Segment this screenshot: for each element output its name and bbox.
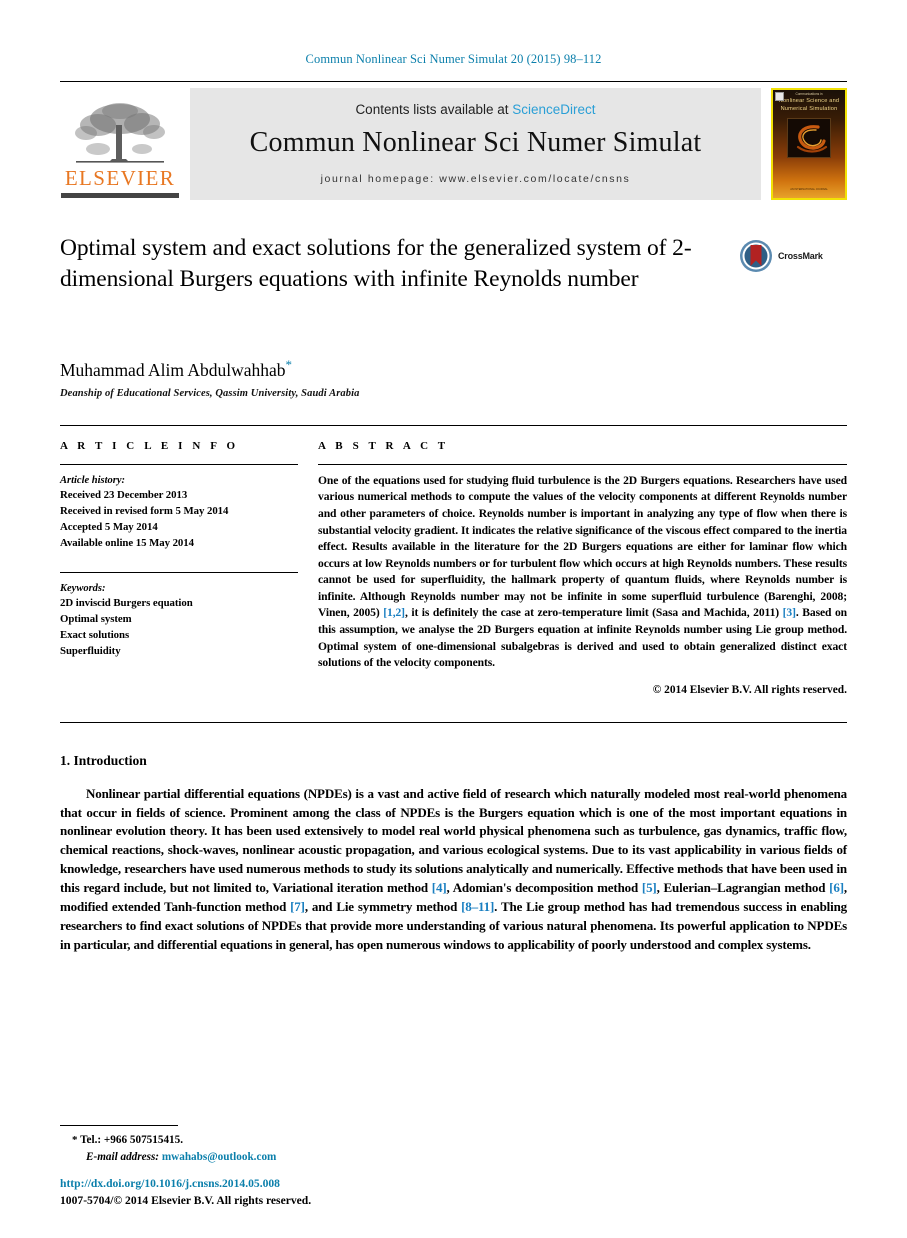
abstract-part-2: , it is definitely the case at zero-temp… bbox=[404, 606, 783, 620]
footnote-tel-text: Tel.: +966 507515415. bbox=[80, 1134, 184, 1147]
intro-reference-6[interactable]: [6] bbox=[829, 880, 844, 895]
elsevier-tree-icon bbox=[75, 103, 165, 163]
footnote-email: E-mail address: mwahabs@outlook.com bbox=[60, 1149, 847, 1166]
introduction-heading: 1. Introduction bbox=[60, 752, 147, 768]
abstract-reference-1[interactable]: [1,2] bbox=[383, 606, 405, 619]
abstract-part-1: One of the equations used for studying f… bbox=[318, 473, 847, 620]
keyword-item: Exact solutions bbox=[60, 629, 130, 642]
abstract-heading: A B S T R A C T bbox=[318, 439, 449, 452]
footnote-tel: * Tel.: +966 507515415. bbox=[60, 1132, 847, 1149]
elsevier-wordmark: ELSEVIER bbox=[64, 166, 176, 190]
info-rule-bottom bbox=[60, 721, 847, 723]
footnote-rule bbox=[60, 1125, 178, 1127]
author-footnote-marker[interactable]: * bbox=[286, 357, 293, 372]
article-page: Commun Nonlinear Sci Numer Simulat 20 (2… bbox=[0, 0, 907, 1238]
footnote-block: * Tel.: +966 507515415. E-mail address: … bbox=[60, 1125, 847, 1166]
email-link[interactable]: mwahabs@outlook.com bbox=[162, 1151, 277, 1163]
affiliation: Deanship of Educational Services, Qassim… bbox=[60, 387, 360, 399]
abstract-body: One of the equations used for studying f… bbox=[318, 473, 847, 672]
article-info-divider bbox=[60, 463, 298, 465]
keyword-item: 2D inviscid Burgers equation bbox=[60, 597, 193, 610]
keywords-block: Keywords: 2D inviscid Burgers equation O… bbox=[60, 571, 298, 660]
abstract-copyright: © 2014 Elsevier B.V. All rights reserved… bbox=[652, 683, 847, 696]
intro-reference-8[interactable]: [8–11] bbox=[461, 899, 494, 914]
cover-title-line-2: Numerical Simulation bbox=[780, 106, 838, 113]
article-history-item: Available online 15 May 2014 bbox=[60, 536, 194, 549]
title-block: Optimal system and exact solutions for t… bbox=[60, 233, 847, 333]
article-history-item: Received in revised form 5 May 2014 bbox=[60, 505, 229, 518]
crossmark-badge[interactable]: CrossMark bbox=[739, 239, 847, 273]
issn-copyright: 1007-5704/© 2014 Elsevier B.V. All right… bbox=[60, 1194, 312, 1208]
doi-link[interactable]: http://dx.doi.org/10.1016/j.cnsns.2014.0… bbox=[60, 1176, 311, 1193]
cover-badge-icon bbox=[775, 92, 784, 101]
intro-part-c: , Eulerian–Lagrangian method bbox=[656, 879, 830, 895]
abstract-column: A B S T R A C T One of the equations use… bbox=[310, 440, 847, 696]
abstract-reference-2[interactable]: [3] bbox=[783, 606, 796, 619]
contents-prefix: Contents lists available at bbox=[355, 101, 513, 117]
introduction-paragraph: Nonlinear partial differential equations… bbox=[60, 785, 847, 955]
elsevier-bar bbox=[61, 193, 179, 198]
article-history-item: Received 23 December 2013 bbox=[60, 489, 188, 502]
doi-block: http://dx.doi.org/10.1016/j.cnsns.2014.0… bbox=[60, 1176, 311, 1210]
intro-reference-7[interactable]: [7] bbox=[290, 899, 305, 914]
keywords-divider bbox=[60, 571, 298, 573]
author-list: Muhammad Alim Abdulwahhab* bbox=[60, 357, 847, 381]
keyword-item: Optimal system bbox=[60, 613, 132, 626]
running-head: Commun Nonlinear Sci Numer Simulat 20 (2… bbox=[305, 52, 602, 66]
author-name: Muhammad Alim Abdulwahhab bbox=[60, 359, 286, 380]
crossmark-icon bbox=[740, 240, 772, 272]
cover-swirl-icon bbox=[796, 125, 828, 153]
footnote-marker: * bbox=[72, 1134, 78, 1147]
sciencedirect-link[interactable]: ScienceDirect bbox=[512, 102, 595, 117]
intro-part-e: , and Lie symmetry method bbox=[304, 898, 462, 914]
keywords-label: Keywords: bbox=[60, 582, 106, 594]
page-title: Optimal system and exact solutions for t… bbox=[60, 235, 692, 292]
info-abstract-row: A R T I C L E I N F O Article history: R… bbox=[60, 426, 847, 696]
intro-part-b: , Adomian's decomposition method bbox=[446, 879, 642, 895]
intro-reference-4[interactable]: [4] bbox=[432, 880, 447, 895]
journal-masthead: ELSEVIER Contents lists available at Sci… bbox=[60, 81, 847, 200]
intro-reference-5[interactable]: [5] bbox=[642, 880, 657, 895]
cover-artwork bbox=[787, 117, 831, 158]
keyword-item: Superfluidity bbox=[60, 645, 121, 658]
email-label: E-mail address: bbox=[86, 1151, 160, 1164]
abstract-divider bbox=[318, 463, 847, 465]
journal-homepage-link[interactable]: journal homepage: www.elsevier.com/locat… bbox=[321, 173, 631, 185]
contents-available-line: Contents lists available at ScienceDirec… bbox=[355, 102, 595, 117]
journal-title: Commun Nonlinear Sci Numer Simulat bbox=[249, 126, 702, 158]
article-history-label: Article history: bbox=[60, 474, 126, 486]
article-info-heading: A R T I C L E I N F O bbox=[60, 439, 239, 452]
journal-band: Contents lists available at ScienceDirec… bbox=[190, 88, 761, 200]
elsevier-logo: ELSEVIER bbox=[60, 88, 180, 200]
cover-footer-text: AN INTERNATIONAL JOURNAL bbox=[790, 188, 828, 191]
journal-cover-thumbnail[interactable]: Communications in Nonlinear Science and … bbox=[771, 88, 847, 200]
intro-part-a: Nonlinear partial differential equations… bbox=[60, 785, 847, 895]
article-history-item: Accepted 5 May 2014 bbox=[60, 520, 158, 533]
introduction-section: 1. Introduction Nonlinear partial differ… bbox=[60, 753, 847, 955]
article-info-column: A R T I C L E I N F O Article history: R… bbox=[60, 440, 310, 696]
crossmark-label: CrossMark bbox=[778, 251, 823, 261]
cover-title-line-1: Nonlinear Science and bbox=[778, 97, 840, 104]
